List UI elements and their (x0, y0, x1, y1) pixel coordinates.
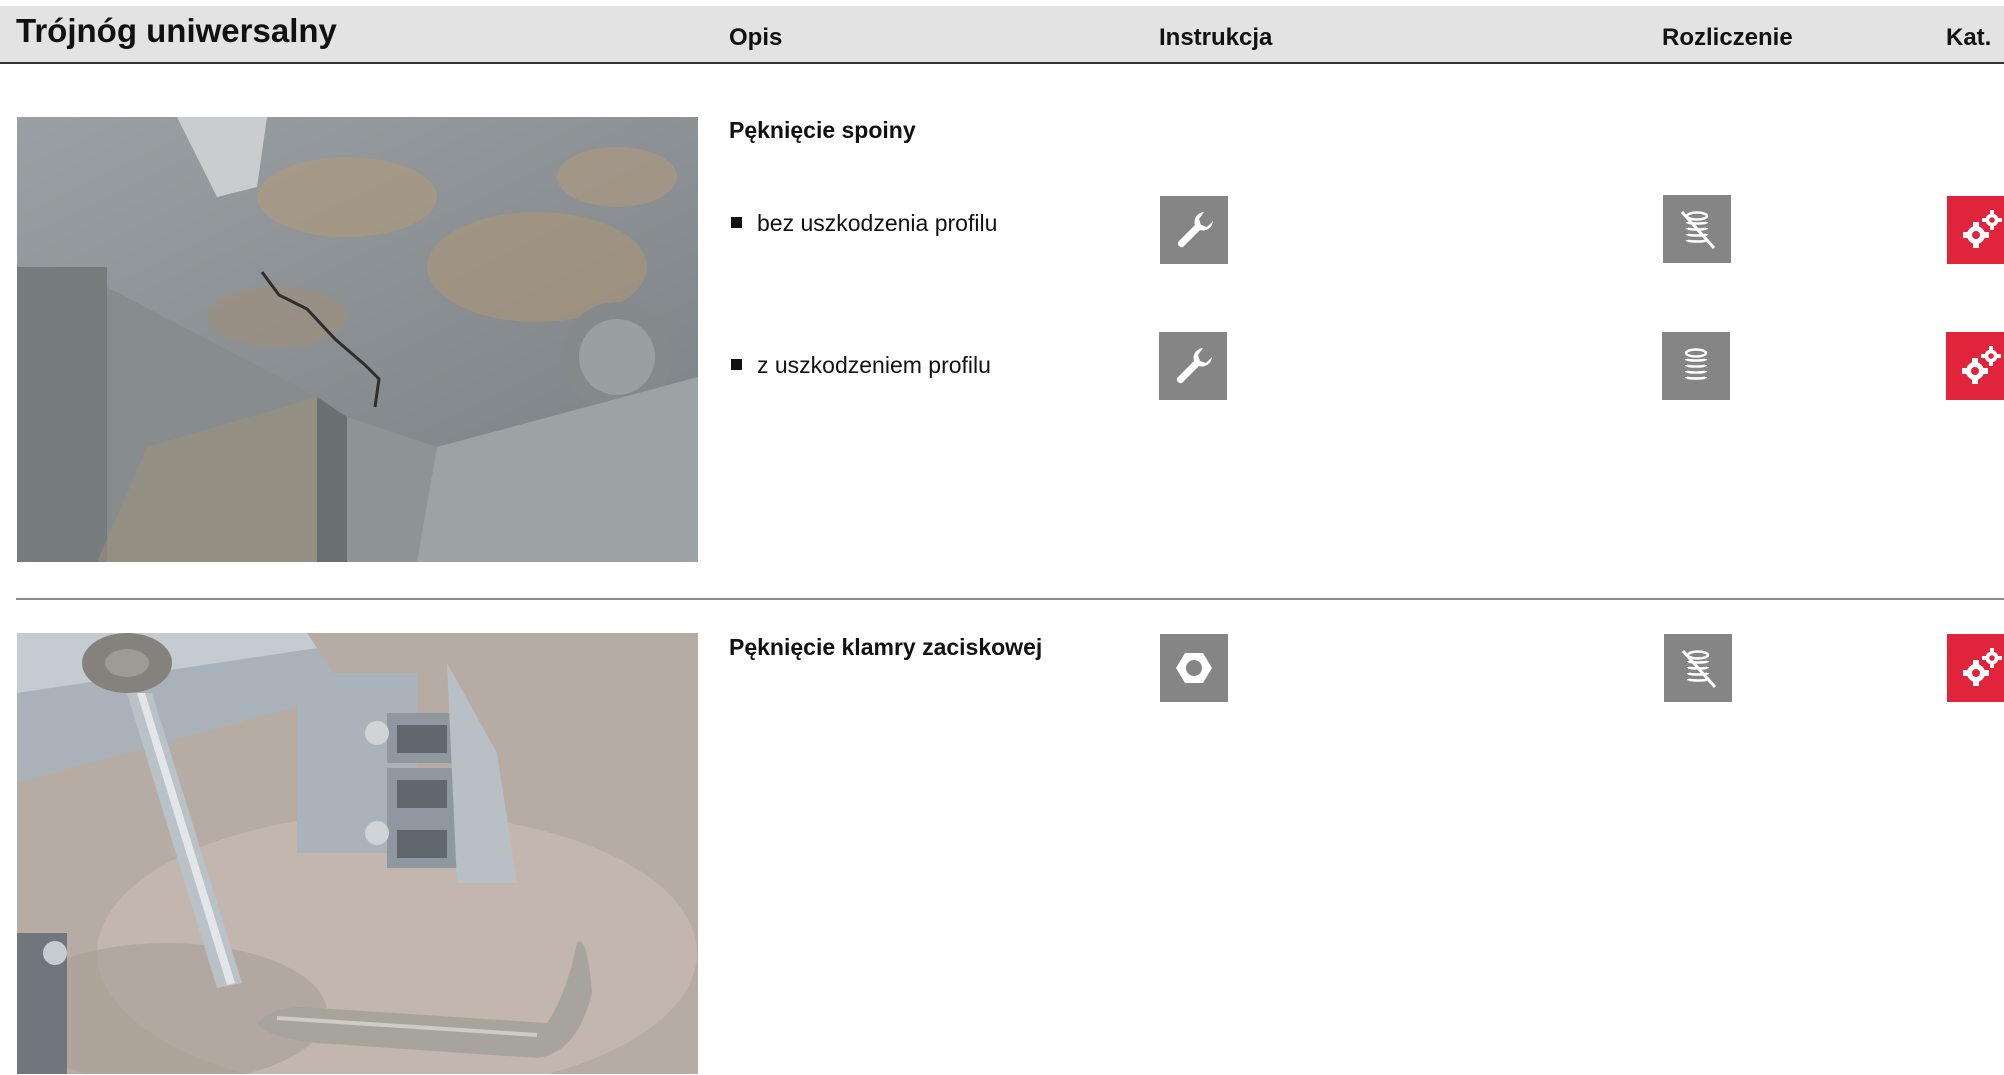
wrench-icon[interactable] (1159, 332, 1227, 400)
list-item-label: bez uszkodzenia profilu (757, 210, 998, 236)
coins-crossed-icon[interactable] (1664, 634, 1732, 702)
list-item-label: z uszkodzeniem profilu (757, 352, 991, 378)
bullet-marker (731, 217, 742, 229)
list-item: z uszkodzeniem profilu (731, 352, 991, 379)
column-header-kat: Kat. (1946, 24, 1992, 51)
coins-crossed-icon[interactable] (1663, 195, 1731, 263)
column-header-rozliczenie: Rozliczenie (1662, 24, 1793, 51)
table-header: Trójnóg uniwersalny Opis Instrukcja Rozl… (0, 6, 2004, 64)
nut-icon[interactable] (1160, 634, 1228, 702)
section-divider (16, 598, 2004, 600)
list-item: bez uszkodzenia profilu (731, 210, 997, 237)
bullet-marker (731, 359, 742, 371)
coins-icon[interactable] (1662, 332, 1730, 400)
column-header-instrukcja: Instrukcja (1159, 24, 1273, 51)
clamp-crack-photo (17, 633, 698, 1074)
section-title-weld-crack: Pęknięcie spoiny (729, 117, 916, 143)
gears-icon[interactable] (1947, 196, 2004, 264)
gears-icon[interactable] (1946, 332, 2004, 400)
column-header-opis: Opis (729, 24, 783, 51)
weld-crack-photo (17, 117, 698, 562)
wrench-icon[interactable] (1160, 196, 1228, 264)
page-title: Trójnóg uniwersalny (16, 12, 337, 49)
section-title-clamp-crack: Pęknięcie klamry zaciskowej (729, 634, 1043, 660)
gears-icon[interactable] (1947, 634, 2004, 702)
